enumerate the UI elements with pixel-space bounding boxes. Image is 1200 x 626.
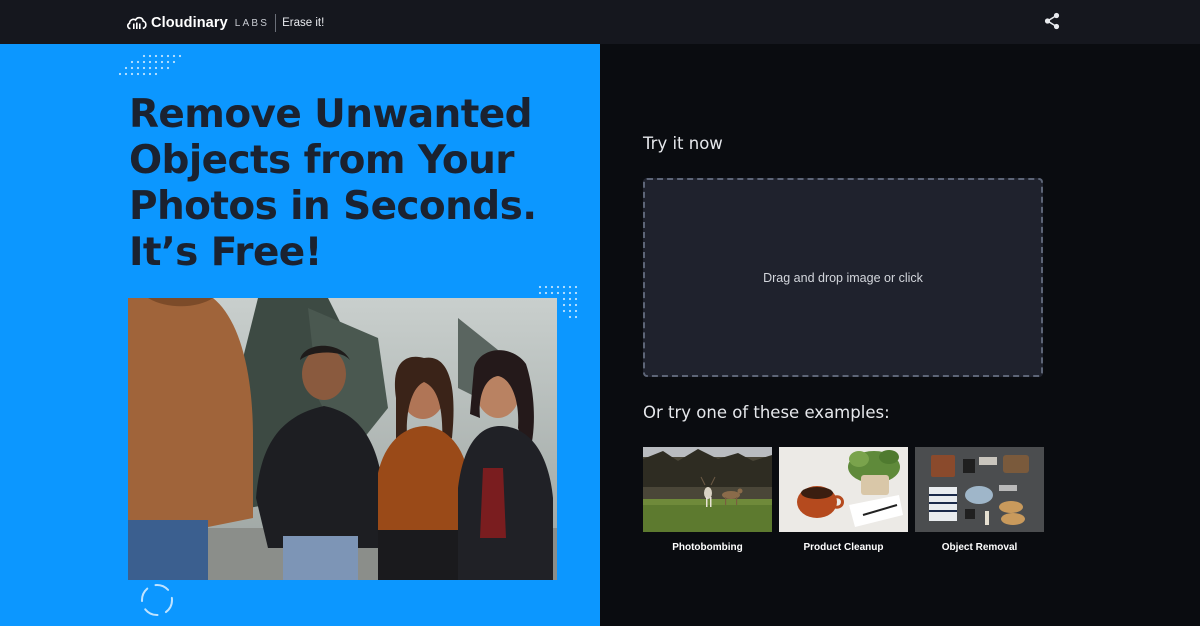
hero-headline: Remove Unwanted Objects from Your Photos… <box>129 92 589 276</box>
loading-spinner-icon <box>141 584 173 616</box>
headline-line: Objects from Your <box>129 138 515 183</box>
hero-section: Remove Unwanted Objects from Your Photos… <box>0 44 600 626</box>
decorative-dots <box>118 54 182 76</box>
headline-line: It’s Free! <box>129 230 322 275</box>
product-name: Erase it! <box>282 17 325 29</box>
coffee-plant-photo[interactable] <box>779 447 908 532</box>
example-object-removal[interactable]: Object Removal <box>915 447 1044 553</box>
try-it-title: Try it now <box>643 134 723 153</box>
brand-divider <box>275 14 277 32</box>
brand-name: Cloudinary <box>151 15 228 31</box>
headline-line: Remove Unwanted <box>129 92 533 137</box>
dropzone-text: Drag and drop image or click <box>763 270 923 285</box>
example-product-cleanup[interactable]: Product Cleanup <box>779 447 908 553</box>
example-label: Object Removal <box>941 542 1018 553</box>
labs-label: LABS <box>234 17 270 29</box>
example-photobombing[interactable]: Photobombing <box>643 447 772 553</box>
example-label: Product Cleanup <box>803 542 884 553</box>
upload-panel: Try it now Drag and drop image or click … <box>600 44 1200 626</box>
examples-title: Or try one of these examples: <box>643 403 890 422</box>
flatlay-items-photo[interactable] <box>915 447 1044 532</box>
deer-photo[interactable] <box>643 447 772 532</box>
examples-list: Photobombing Product Cleanup Object Remo… <box>643 447 1044 553</box>
example-label: Photobombing <box>672 542 743 553</box>
headline-line: Photos in Seconds. <box>129 184 537 229</box>
share-icon[interactable] <box>1042 11 1062 31</box>
hero-photo <box>128 298 557 580</box>
top-bar: Cloudinary LABS Erase it! <box>0 0 1200 44</box>
image-dropzone[interactable]: Drag and drop image or click <box>643 178 1043 377</box>
brand-logo[interactable]: Cloudinary LABS Erase it! <box>126 13 324 33</box>
cloud-logo-icon <box>127 16 147 30</box>
